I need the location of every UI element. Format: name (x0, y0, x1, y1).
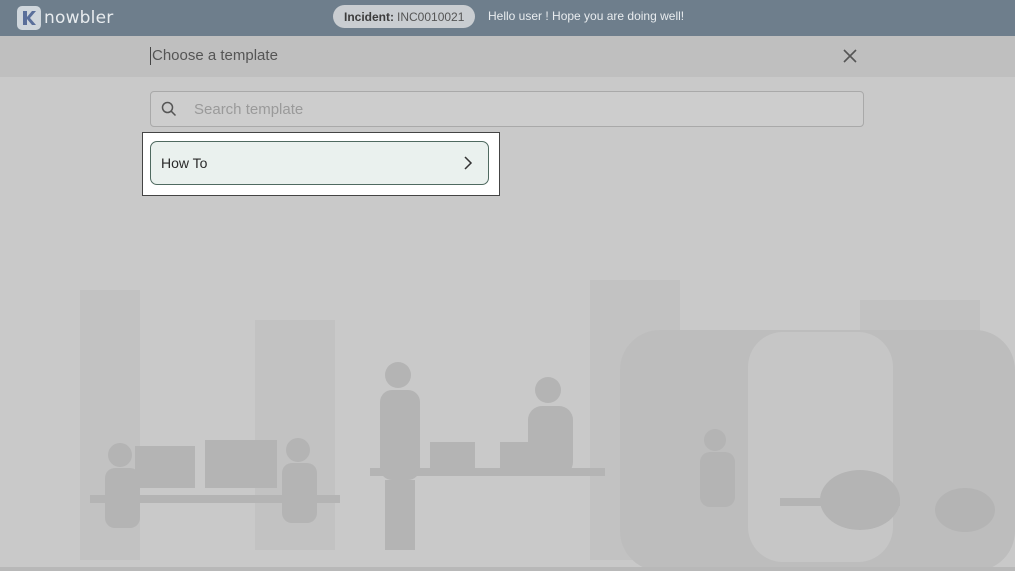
incident-badge[interactable]: Incident: INC0010021 (333, 5, 476, 28)
template-item-how-to[interactable]: How To (150, 141, 489, 185)
template-label: How To (161, 155, 208, 171)
search-icon (161, 101, 177, 117)
search-input[interactable] (192, 99, 836, 119)
chevron-right-icon (464, 156, 473, 170)
logo-text: nowbler (44, 8, 114, 28)
office-background-illustration (0, 280, 1015, 571)
greeting-text: Hello user ! Hope you are doing well! (488, 9, 685, 23)
incident-number: INC0010021 (397, 9, 465, 24)
nowbler-logo-icon (17, 6, 41, 30)
incident-label: Incident: (344, 9, 394, 24)
close-button[interactable] (838, 44, 862, 68)
modal-header: Choose a template (0, 36, 1015, 77)
app-logo[interactable]: nowbler (17, 4, 113, 32)
search-template-box[interactable] (150, 91, 864, 127)
top-bar: nowbler Incident: INC0010021 Hello user … (0, 0, 1015, 36)
close-icon (843, 49, 857, 63)
modal-title: Choose a template (150, 47, 278, 65)
